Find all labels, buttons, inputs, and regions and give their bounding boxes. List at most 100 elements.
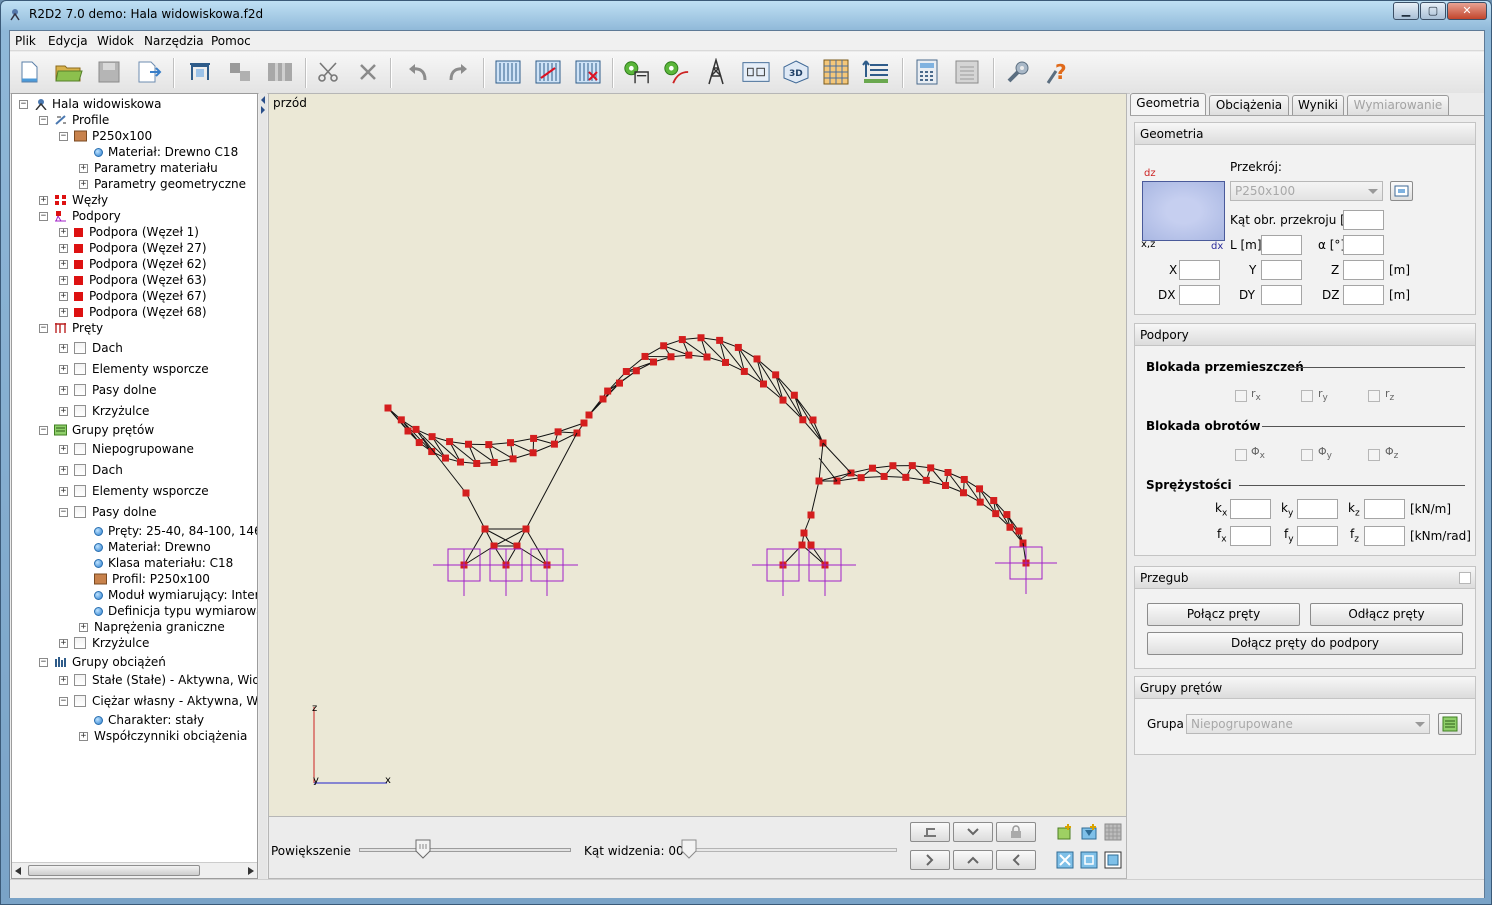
grid-remove-button[interactable] [574,58,602,86]
node[interactable] [880,472,888,480]
loads-list-button[interactable] [862,58,890,86]
phiy-checkbox[interactable] [1301,449,1313,461]
visibility-checkbox[interactable] [74,443,86,455]
undo-button[interactable] [404,58,432,86]
menu-widok[interactable]: Widok [97,34,134,48]
expand-icon[interactable]: + [59,243,68,253]
zoom-window-button[interactable] [1079,850,1099,870]
y-input[interactable] [1261,260,1302,280]
collapse-icon[interactable]: − [19,99,28,109]
diagonal[interactable] [400,419,433,452]
visibility-checkbox[interactable] [74,485,86,497]
tree-node[interactable]: + Krzyżulce [59,635,149,651]
tree-node[interactable]: Moduł wymiarujący: InterDr [79,587,257,603]
grid-view-button[interactable] [494,58,522,86]
fx-input[interactable] [1230,526,1271,546]
rotate-left-button[interactable] [996,850,1036,870]
node[interactable] [857,474,865,482]
node[interactable] [585,411,593,419]
node[interactable] [703,353,711,361]
node[interactable] [485,441,493,449]
save-button[interactable] [95,58,123,86]
visibility-checkbox[interactable] [74,342,86,354]
report-button[interactable] [953,58,981,86]
tree-node[interactable]: − Grupy prętów [39,422,154,438]
close-button[interactable]: ✕ [1447,2,1487,20]
diagonal[interactable] [737,347,764,385]
przekroj-combo[interactable]: P250x100 [1230,181,1383,201]
support-symbol[interactable] [794,548,856,596]
node[interactable] [944,469,952,476]
member[interactable] [463,528,486,566]
dx-input[interactable] [1179,285,1220,305]
print-view-button[interactable] [1103,850,1123,870]
expand-icon[interactable]: + [59,364,68,374]
tree-node[interactable]: + Niepogrupowane [59,441,194,457]
add-node-view-button[interactable] [1055,822,1075,842]
tree-node[interactable]: + Parametry materiału [79,160,218,176]
collapse-icon[interactable]: − [59,507,68,517]
copy-tool-button[interactable] [226,58,254,86]
rotate-up-button[interactable] [953,850,993,870]
maximize-button[interactable]: ▢ [1420,2,1446,20]
project-tree[interactable]: − Hala widowiskowa − Profile − P250x100 Materi… [11,93,258,879]
expand-icon[interactable]: + [59,465,68,475]
node[interactable] [616,379,623,387]
expand-icon[interactable]: + [39,195,48,205]
node[interactable] [809,416,817,424]
scroll-thumb[interactable] [28,865,200,876]
node[interactable] [580,419,588,427]
node[interactable] [960,475,968,483]
tree-node[interactable]: + Naprężenia graniczne [79,619,225,635]
calculate-button[interactable] [622,58,650,86]
node[interactable] [384,404,392,412]
tree-node[interactable]: − Podpory [39,208,121,224]
section-library-button[interactable] [1390,181,1413,201]
tree-horizontal-scrollbar[interactable] [12,862,257,878]
menu-narzedzia[interactable]: Narzędzia [144,34,204,48]
node[interactable] [790,391,798,399]
node[interactable] [667,353,675,361]
collapse-icon[interactable]: − [59,131,68,141]
open-file-button[interactable] [55,58,83,86]
przegub-checkbox[interactable] [1459,572,1471,584]
fz-input[interactable] [1364,526,1405,546]
node[interactable] [922,476,930,484]
node[interactable] [481,525,489,533]
phiz-checkbox[interactable] [1368,449,1380,461]
tree-node[interactable]: + Dach [59,340,123,356]
z-input[interactable] [1343,260,1384,280]
rz-checkbox[interactable] [1368,390,1380,402]
node[interactable] [550,440,558,448]
node[interactable] [641,352,649,360]
menu-edycja[interactable]: Edycja [48,34,88,48]
tab-wyniki[interactable]: Wyniki [1292,95,1344,115]
tree-node[interactable]: Materiał: Drewno [79,539,211,555]
collapse-icon[interactable]: − [39,657,48,667]
visibility-checkbox[interactable] [74,464,86,476]
new-file-button[interactable] [15,58,43,86]
node[interactable] [522,525,530,533]
angle-slider-track[interactable] [689,848,897,852]
node[interactable] [800,529,808,537]
node[interactable] [490,542,498,550]
node[interactable] [760,380,767,388]
tree-node[interactable]: + Elementy wsporcze [59,483,209,499]
ry-checkbox[interactable] [1301,390,1313,402]
member[interactable] [810,480,820,516]
node[interactable] [779,396,787,404]
tree-node[interactable]: + Dach [59,462,123,478]
expand-icon[interactable]: + [59,385,68,395]
rx-checkbox[interactable] [1235,390,1247,402]
node[interactable] [772,371,780,379]
support-symbol[interactable] [995,546,1057,594]
tab-wymiarowanie[interactable]: Wymiarowanie [1347,95,1449,115]
tab-obciazenia[interactable]: Obciążenia [1209,95,1289,115]
node[interactable] [734,343,742,351]
tree-node[interactable]: Profil: P250x100 [79,571,210,587]
node[interactable] [927,464,935,472]
tree-node[interactable]: − Pasy dolne [59,504,157,520]
node[interactable] [685,351,693,359]
visibility-checkbox[interactable] [74,506,86,518]
menu-pomoc[interactable]: Pomoc [211,34,251,48]
